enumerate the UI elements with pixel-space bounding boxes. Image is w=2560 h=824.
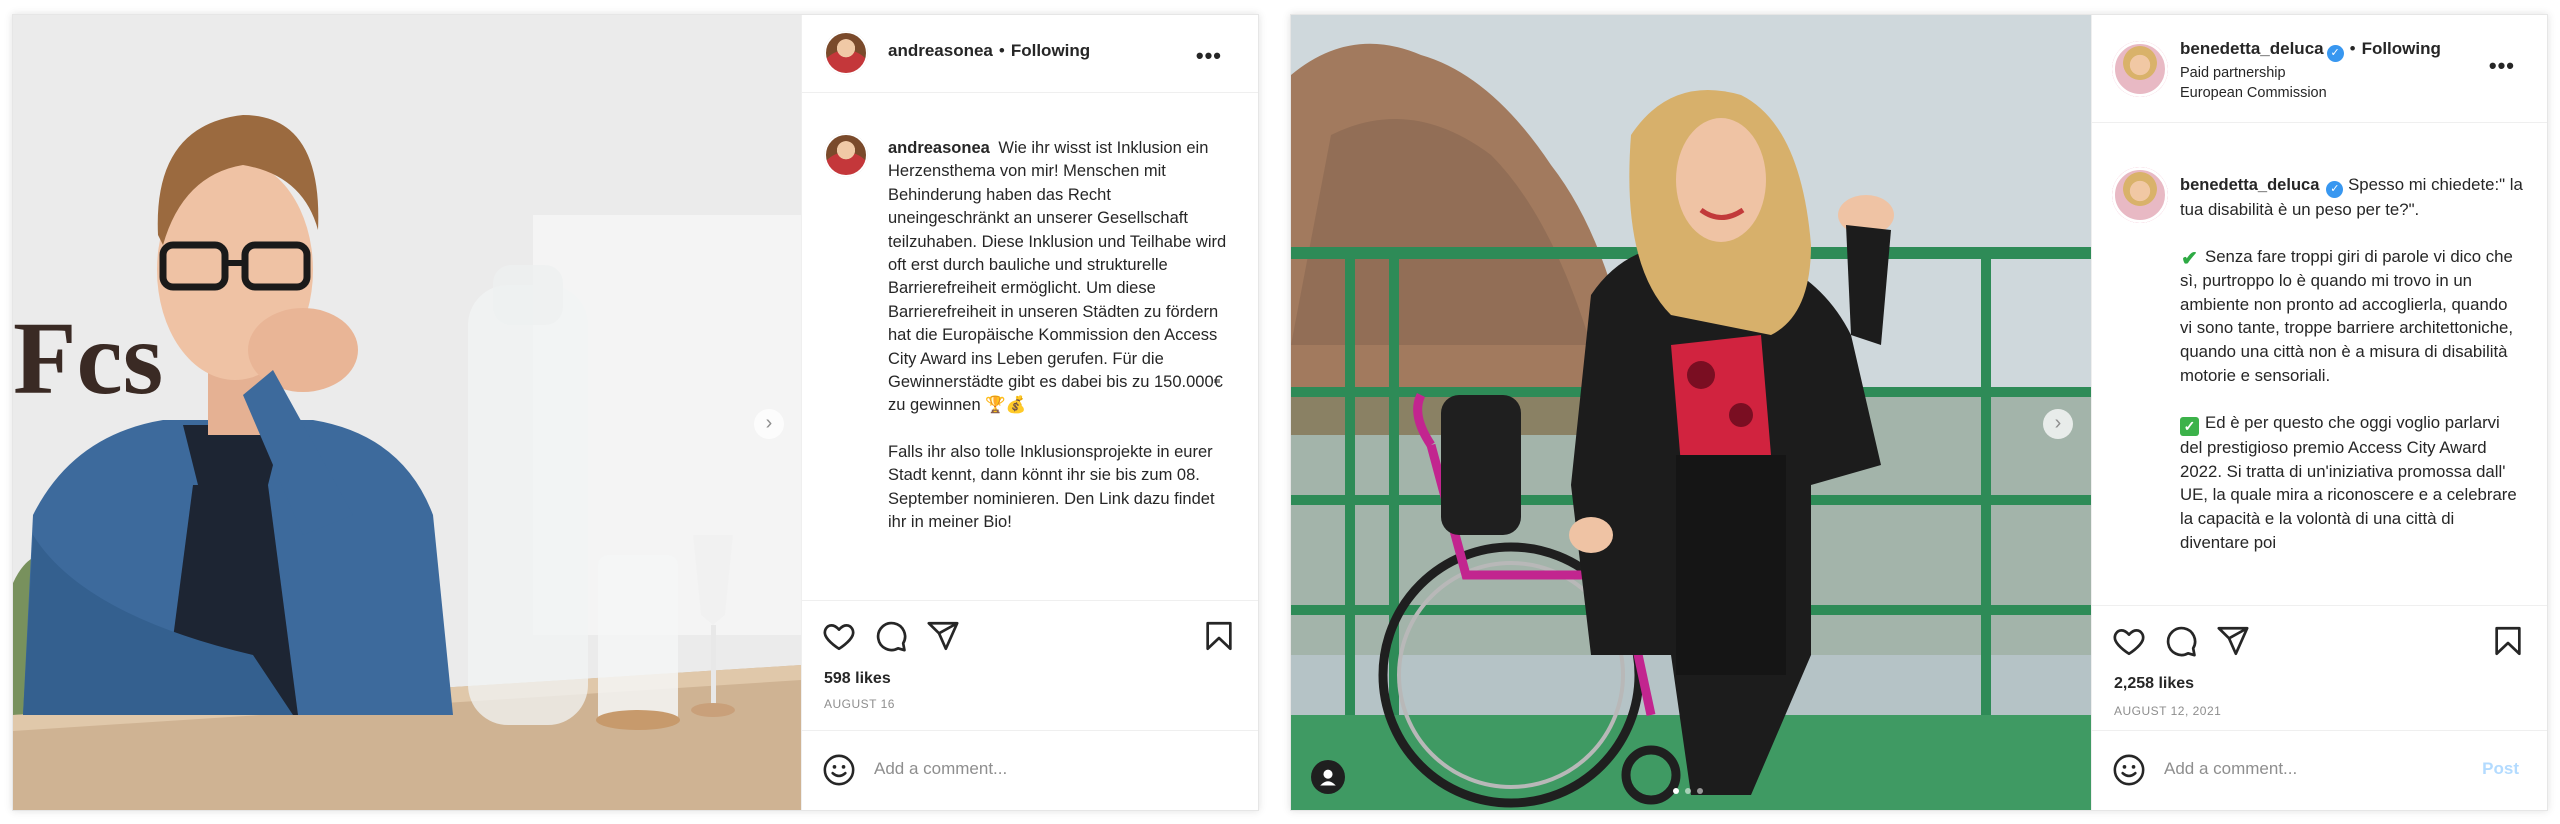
more-options-icon[interactable]: •••: [1196, 43, 1222, 69]
paid-partnership-label[interactable]: Paid partnership: [2180, 65, 2286, 81]
instagram-post-benedetta-deluca: › benedetta_deluca ✓ • Following Paid partn…: [1290, 14, 2548, 811]
avatar[interactable]: [2112, 41, 2168, 97]
comment-input[interactable]: [874, 759, 1174, 779]
action-bar: [802, 600, 1258, 670]
heart-icon[interactable]: [822, 619, 856, 653]
header-line: andreasonea • Following: [888, 41, 1090, 61]
user-tag-icon[interactable]: [1311, 760, 1345, 794]
caption-area: andreasonea Wie ihr wisst ist Inklusion …: [802, 93, 1258, 598]
following-button[interactable]: Following: [1011, 41, 1090, 60]
caption-text: benedetta_deluca ✓ Spesso mi chiedete:" l…: [2180, 173, 2523, 578]
check-mark-icon: ✔: [2181, 247, 2198, 270]
comment-input[interactable]: [2164, 759, 2464, 779]
caption-paragraph: Senza fare troppi giri di parole vi dico…: [2180, 246, 2514, 385]
comment-icon[interactable]: [874, 619, 908, 653]
separator-dot: •: [2349, 39, 2356, 58]
separator-dot: •: [998, 41, 1005, 60]
following-button[interactable]: Following: [2362, 39, 2441, 58]
avatar[interactable]: [824, 31, 868, 75]
heart-icon[interactable]: [2112, 624, 2146, 658]
username-link[interactable]: benedetta_deluca: [2180, 39, 2324, 58]
post-header: benedetta_deluca ✓ • Following Paid partner…: [2092, 15, 2547, 123]
verified-badge-icon: ✓: [2326, 45, 2344, 62]
caption-paragraph: Ed è per questo che oggi voglio parlarvi…: [2180, 412, 2517, 552]
post-header: andreasonea • Following •••: [802, 15, 1258, 93]
chevron-right-icon[interactable]: ›: [2043, 409, 2073, 439]
comment-bar: Post: [2092, 730, 2547, 810]
likes-count[interactable]: 598 likes: [824, 670, 891, 688]
smile-icon[interactable]: [822, 753, 856, 787]
post-side-panel: andreasonea • Following ••• andreasonea Wi…: [801, 15, 1258, 810]
more-options-icon[interactable]: •••: [2489, 53, 2515, 79]
share-icon[interactable]: [926, 619, 960, 653]
post-photo[interactable]: ›: [1291, 15, 2091, 810]
header-line: benedetta_deluca ✓ • Following: [2180, 39, 2441, 62]
photo-sign: Fcs: [13, 301, 163, 416]
bookmark-icon[interactable]: [2491, 624, 2525, 658]
avatar[interactable]: [2112, 167, 2168, 223]
post-photo[interactable]: Fcs ›: [13, 15, 801, 810]
avatar[interactable]: [824, 133, 868, 177]
caption-text: andreasonea Wie ihr wisst ist Inklusion …: [888, 137, 1232, 558]
post-date: AUGUST 16: [824, 697, 895, 711]
verified-badge-icon: ✓: [2326, 181, 2344, 198]
instagram-post-andreasonea: Fcs › andreasonea • Following ••• andrea…: [12, 14, 1259, 811]
photo-woman-in-wheelchair: [1291, 15, 2091, 810]
username-link[interactable]: andreasonea: [888, 41, 993, 60]
caption-area: benedetta_deluca ✓ Spesso mi chiedete:" l…: [2092, 123, 2547, 605]
check-box-icon: ✓: [2180, 416, 2199, 436]
comment-bar: [802, 730, 1258, 810]
comment-icon[interactable]: [2164, 624, 2198, 658]
photo-man-at-table: Fcs: [13, 15, 801, 810]
likes-count[interactable]: 2,258 likes: [2114, 675, 2194, 693]
post-date: AUGUST 12, 2021: [2114, 704, 2222, 718]
post-comment-button[interactable]: Post: [2482, 759, 2519, 779]
caption-username[interactable]: benedetta_deluca: [2180, 176, 2319, 194]
post-side-panel: benedetta_deluca ✓ • Following Paid partner…: [2091, 15, 2547, 810]
action-bar: [2092, 605, 2547, 675]
partner-name[interactable]: European Commission: [2180, 85, 2327, 101]
caption-paragraph: Wie ihr wisst ist Inklusion ein Herzenst…: [888, 139, 1227, 415]
share-icon[interactable]: [2216, 624, 2250, 658]
carousel-dots: [1673, 788, 1703, 794]
caption-username[interactable]: andreasonea: [888, 139, 990, 157]
chevron-right-icon[interactable]: ›: [754, 409, 784, 439]
smile-icon[interactable]: [2112, 753, 2146, 787]
caption-paragraph: Falls ihr also tolle Inklusionsprojekte …: [888, 442, 1215, 532]
bookmark-icon[interactable]: [1202, 619, 1236, 653]
